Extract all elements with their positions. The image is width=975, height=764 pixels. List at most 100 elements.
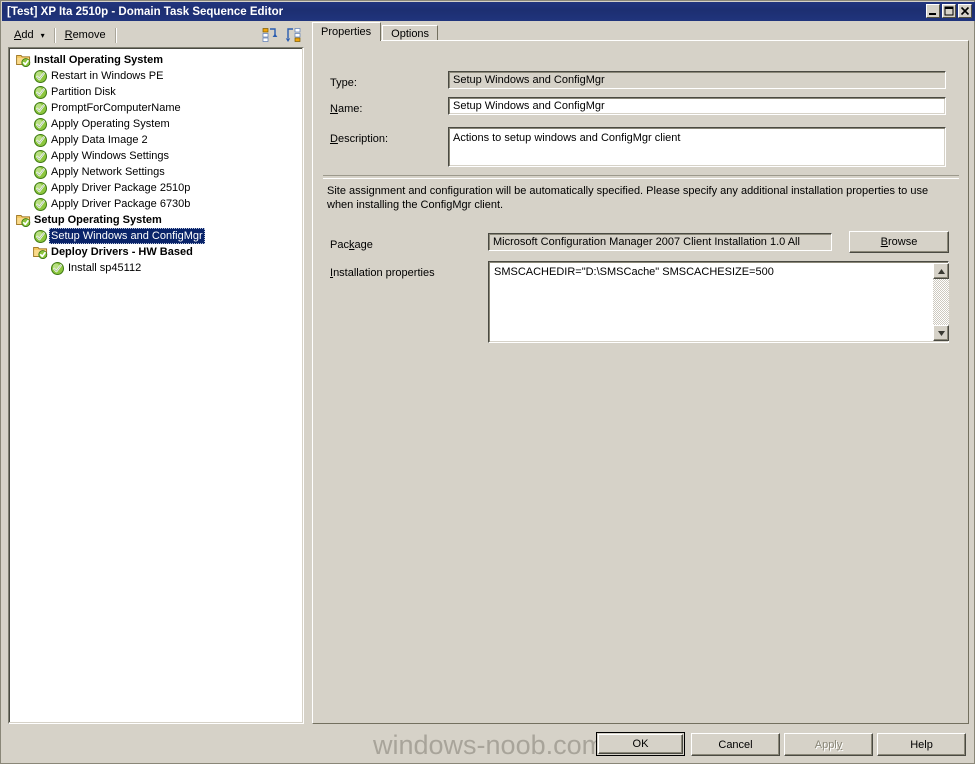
minimize-button[interactable]: [926, 4, 940, 18]
close-icon: [960, 6, 970, 16]
green-check-icon: [49, 260, 66, 276]
green-check-icon: [34, 229, 47, 243]
tree-item-label: Apply Operating System: [51, 118, 170, 130]
green-check-icon: [34, 149, 47, 163]
installation-properties-scrollbar[interactable]: [933, 263, 949, 341]
type-label: Type:: [330, 77, 357, 89]
tree-item[interactable]: Apply Data Image 2: [9, 132, 303, 148]
tree-item[interactable]: Apply Driver Package 2510p: [9, 180, 303, 196]
ok-button[interactable]: OK: [596, 732, 685, 756]
tree-item[interactable]: Apply Driver Package 6730b: [9, 196, 303, 212]
help-button-label: Help: [910, 738, 933, 751]
close-button[interactable]: [958, 4, 972, 18]
tree-item[interactable]: Apply Operating System: [9, 116, 303, 132]
ok-button-label: OK: [632, 738, 649, 750]
tree-item-label: Install Operating System: [34, 54, 163, 66]
tab-options-label: Options: [391, 28, 430, 40]
tree-item-label: Apply Data Image 2: [51, 134, 148, 146]
folder-check-icon: [15, 52, 32, 68]
green-check-icon: [34, 133, 47, 147]
green-check-icon: [32, 116, 49, 132]
green-check-icon: [32, 148, 49, 164]
green-check-icon: [32, 180, 49, 196]
green-check-icon: [34, 101, 47, 115]
add-button-label: Add: [14, 29, 34, 41]
tree-item-label: PromptForComputerName: [51, 102, 181, 114]
maximize-button[interactable]: [942, 4, 956, 18]
toolbar-separator-1: [53, 27, 56, 43]
expand-all-button[interactable]: [283, 26, 303, 44]
tree-item[interactable]: Partition Disk: [9, 84, 303, 100]
folder-check-icon: [32, 244, 49, 260]
cancel-button[interactable]: Cancel: [691, 733, 780, 756]
green-check-icon: [32, 228, 49, 244]
installation-properties-field[interactable]: SMSCACHEDIR="D:\SMSCache" SMSCACHESIZE=5…: [488, 261, 949, 343]
tree-item[interactable]: Deploy Drivers - HW Based: [9, 244, 303, 260]
green-check-icon: [34, 181, 47, 195]
tree-item-label: Apply Driver Package 6730b: [51, 198, 191, 210]
folder-check-icon: [16, 214, 31, 227]
scroll-up-button[interactable]: [933, 263, 949, 279]
collapse-all-icon: [262, 28, 278, 42]
tree-item-label: Partition Disk: [51, 86, 116, 98]
green-check-icon: [32, 68, 49, 84]
tree-item[interactable]: Install Operating System: [9, 52, 303, 68]
tree-item[interactable]: Install sp45112: [9, 260, 303, 276]
remove-button-label: Remove: [64, 29, 106, 41]
section-divider: [323, 175, 959, 179]
window-title: [Test] XP Ita 2510p - Domain Task Sequen…: [7, 5, 284, 18]
chevron-down-icon: ▾: [40, 30, 45, 40]
green-check-icon: [32, 164, 49, 180]
cancel-button-label: Cancel: [718, 738, 753, 751]
tab-properties[interactable]: Properties: [312, 22, 382, 41]
green-check-icon: [32, 100, 49, 116]
tree-item-label: Setup Operating System: [34, 214, 162, 226]
tree-item[interactable]: PromptForComputerName: [9, 100, 303, 116]
apply-button-label: Apply: [814, 738, 843, 751]
green-check-icon: [32, 196, 49, 212]
title-bar: [Test] XP Ita 2510p - Domain Task Sequen…: [2, 2, 975, 21]
package-label: Package: [330, 239, 373, 251]
toolbar-icon-group: [261, 25, 303, 45]
tree-toolbar: Add ▾ Remove: [7, 25, 303, 45]
green-check-icon: [34, 117, 47, 131]
scroll-down-icon: [937, 330, 945, 336]
name-field[interactable]: Setup Windows and ConfigMgr: [448, 97, 946, 115]
green-check-icon: [34, 85, 47, 99]
tree-item[interactable]: Setup Windows and ConfigMgr: [9, 228, 303, 244]
folder-check-icon: [33, 246, 48, 259]
help-button[interactable]: Help: [877, 733, 966, 756]
watermark: windows-noob.com: [373, 730, 605, 760]
task-sequence-tree-panel[interactable]: Install Operating System Restart in Windo…: [8, 47, 304, 724]
browse-button[interactable]: Browse: [849, 231, 949, 253]
tree-item[interactable]: Apply Windows Settings: [9, 148, 303, 164]
expand-all-icon: [285, 28, 301, 42]
installation-properties-label: Installation properties: [330, 267, 435, 279]
details-pane: Properties Options Type: Setup Windows a…: [312, 22, 969, 724]
green-check-icon: [32, 84, 49, 100]
description-label: Description:: [330, 133, 389, 145]
window-controls: [926, 4, 972, 18]
tree-item[interactable]: Setup Operating System: [9, 212, 303, 228]
tree-item[interactable]: Restart in Windows PE: [9, 68, 303, 84]
add-button[interactable]: Add ▾: [7, 26, 52, 44]
type-field: Setup Windows and ConfigMgr: [448, 71, 946, 89]
green-check-icon: [34, 165, 47, 179]
tab-properties-label: Properties: [321, 25, 372, 38]
minimize-icon: [929, 13, 936, 15]
description-field[interactable]: Actions to setup windows and ConfigMgr c…: [448, 127, 946, 167]
installation-properties-value: SMSCACHEDIR="D:\SMSCache" SMSCACHESIZE=5…: [494, 266, 774, 278]
package-field: Microsoft Configuration Manager 2007 Cli…: [488, 233, 832, 251]
maximize-icon: [944, 6, 954, 16]
task-sequence-editor-window: [Test] XP Ita 2510p - Domain Task Sequen…: [0, 0, 975, 764]
tree-item-label: Install sp45112: [68, 262, 142, 274]
task-sequence-tree: Install Operating System Restart in Windo…: [9, 48, 303, 276]
info-text: Site assignment and configuration will b…: [327, 185, 929, 211]
tree-item-label: Restart in Windows PE: [51, 70, 164, 82]
tab-strip: Properties Options: [312, 22, 439, 42]
remove-button[interactable]: Remove: [58, 26, 113, 44]
scroll-down-button[interactable]: [933, 325, 949, 341]
collapse-all-button[interactable]: [261, 26, 281, 44]
tree-item[interactable]: Apply Network Settings: [9, 164, 303, 180]
tree-item-label: Deploy Drivers - HW Based: [51, 246, 193, 258]
